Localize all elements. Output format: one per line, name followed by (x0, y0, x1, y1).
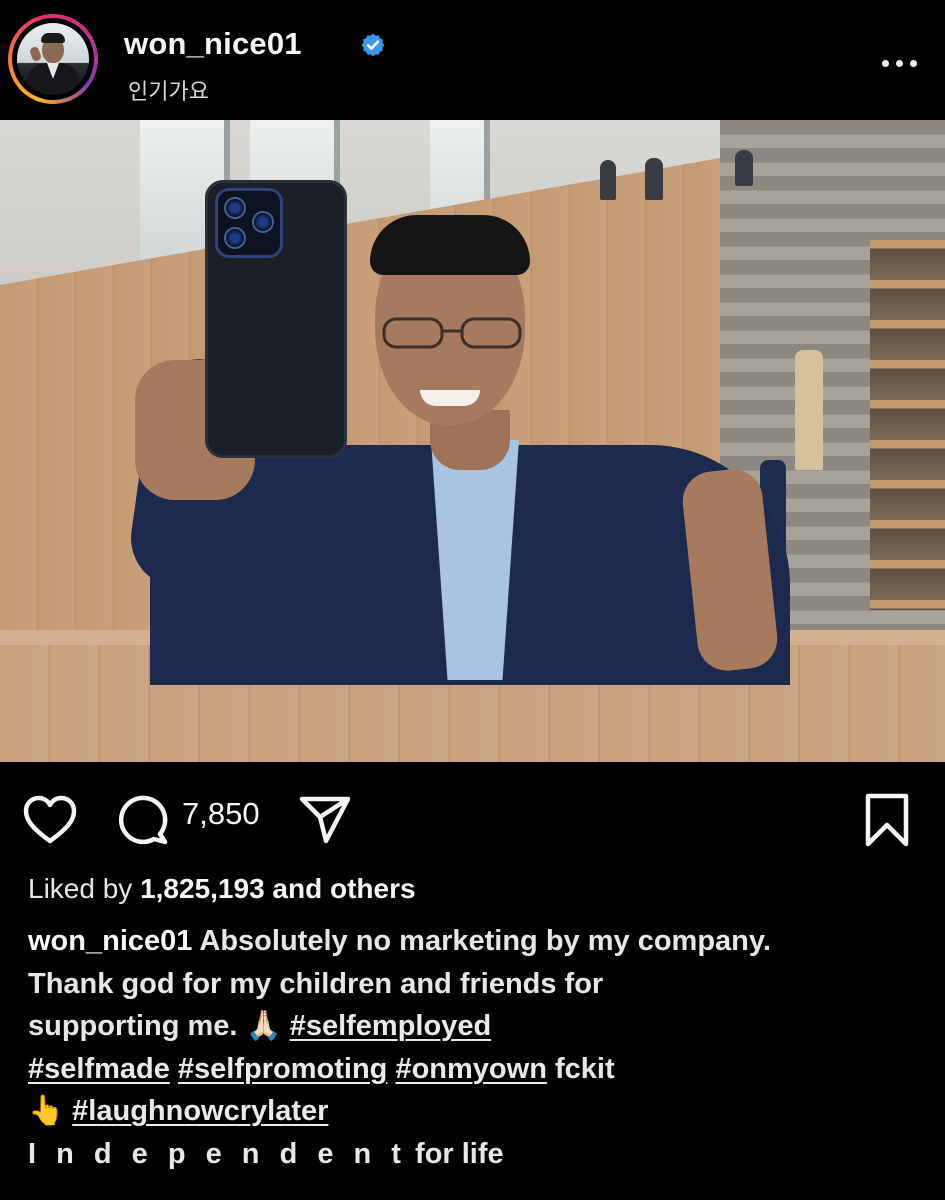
username[interactable]: won_nice01 (124, 26, 302, 62)
caption-spaced-text: I n d e p e n d e n t (28, 1137, 407, 1170)
caption-line-1: won_nice01 Absolutely no marketing by my… (28, 920, 918, 963)
glasses (382, 317, 522, 349)
background-person (645, 158, 663, 200)
pointing-up-emoji: 👆 (28, 1095, 65, 1127)
profile-photo (17, 23, 89, 95)
likes-summary[interactable]: Liked by 1,825,193 and others (28, 873, 416, 905)
caption-line-2: Thank god for my children and friends fo… (28, 967, 604, 1000)
caption-text: supporting me. (28, 1010, 238, 1042)
caption-text: for life (415, 1137, 504, 1170)
hashtag-selfpromoting[interactable]: #selfpromoting (178, 1053, 387, 1085)
camera-lens (224, 227, 246, 249)
verified-badge-icon (361, 33, 385, 57)
smile (420, 390, 480, 406)
post-image[interactable] (0, 120, 945, 762)
camera-module (215, 188, 283, 258)
camera-lens (252, 211, 274, 233)
caption-line-6: I n d e p e n d e n t for life (28, 1133, 918, 1176)
hair (370, 215, 530, 275)
likes-count[interactable]: 1,825,193 and others (140, 873, 415, 904)
avatar-border (12, 18, 94, 100)
post-caption: won_nice01 Absolutely no marketing by my… (28, 920, 918, 1175)
bookshelf (870, 240, 945, 610)
background-person (795, 350, 823, 470)
ellipsis-icon[interactable] (876, 48, 924, 78)
hashtag-selfemployed[interactable]: #selfemployed (290, 1010, 491, 1042)
caption-line-4: #selfmade #selfpromoting #onmyown fckit (28, 1048, 918, 1091)
avatar[interactable] (8, 14, 98, 104)
comment-bubble-icon[interactable] (116, 794, 170, 846)
avatar-hair (41, 33, 65, 43)
camera-lens (224, 197, 246, 219)
caption-username[interactable]: won_nice01 (28, 925, 192, 957)
hashtag-laughnowcrylater[interactable]: #laughnowcrylater (72, 1095, 328, 1127)
caption-text: Absolutely no marketing by my company. (199, 925, 771, 957)
audio-subtitle[interactable]: 인기가요 (128, 74, 209, 106)
paper-plane-icon[interactable] (298, 794, 352, 846)
caption-word: fckit (554, 1052, 615, 1085)
post-header: won_nice01 인기가요 (0, 0, 945, 120)
bookmark-icon[interactable] (864, 792, 910, 848)
hashtag-selfmade[interactable]: #selfmade (28, 1053, 170, 1085)
caption-line-3: supporting me. 🙏🏻 #selfemployed (28, 1005, 918, 1048)
likes-prefix: Liked by (28, 873, 133, 904)
comment-count[interactable]: 7,850 (182, 796, 260, 832)
heart-icon[interactable] (22, 794, 78, 846)
action-bar (0, 762, 945, 872)
smartphone (205, 180, 347, 458)
background-person (735, 150, 753, 186)
hashtag-onmyown[interactable]: #onmyown (395, 1053, 546, 1085)
background-person (600, 160, 616, 200)
pray-emoji: 🙏🏻 (245, 1010, 282, 1042)
avatar-hand (28, 45, 43, 63)
caption-line-5: 👆 #laughnowcrylater (28, 1090, 918, 1133)
